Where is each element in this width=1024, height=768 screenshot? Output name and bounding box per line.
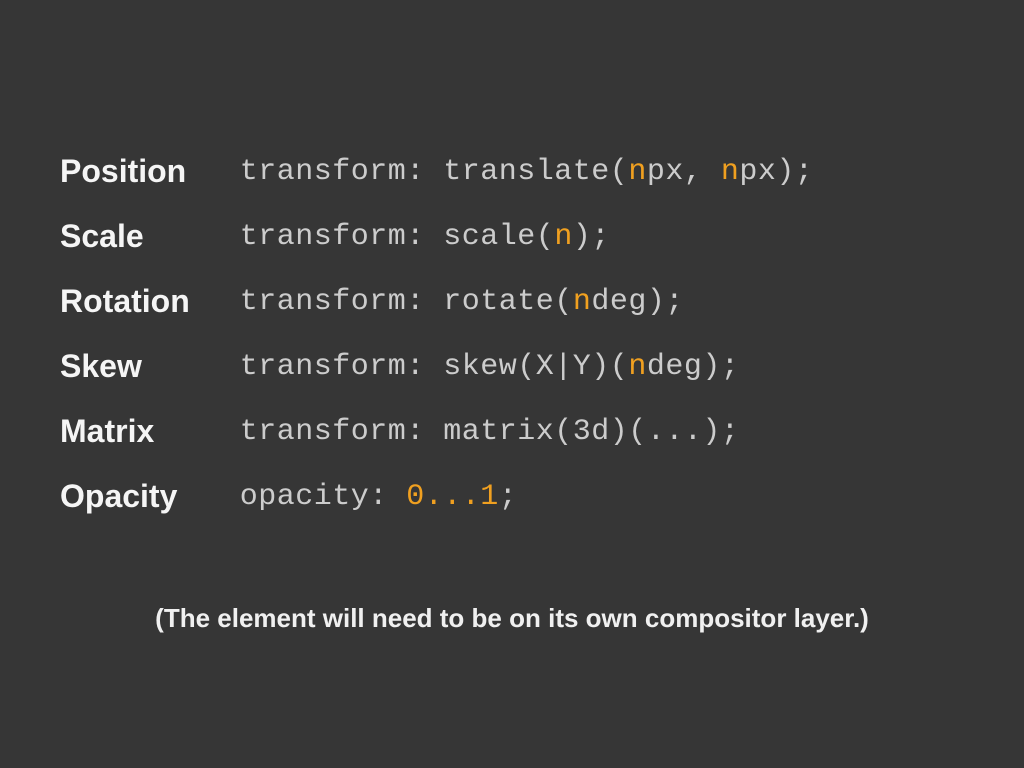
code-text: ; [499,480,518,514]
footnote: (The element will need to be on its own … [60,603,964,634]
property-label: Position [60,153,240,190]
code-snippet: transform: translate(npx, npx); [240,153,814,190]
code-snippet: transform: scale(n); [240,218,814,255]
code-text: transform: rotate( [240,285,573,319]
property-label: Skew [60,348,240,385]
table-row: Scaletransform: scale(n); [60,218,813,255]
code-highlight: n [573,285,592,319]
table-row: Opacityopacity: 0...1; [60,478,813,515]
code-text: transform: skew(X|Y)( [240,350,629,384]
transform-table: Positiontransform: translate(npx, npx);S… [60,125,813,543]
code-highlight: 0...1 [406,480,499,514]
table-row: Positiontransform: translate(npx, npx); [60,153,813,190]
table-row: Skewtransform: skew(X|Y)(ndeg); [60,348,813,385]
code-text: transform: scale( [240,220,555,254]
code-snippet: transform: rotate(ndeg); [240,283,814,320]
property-label: Scale [60,218,240,255]
table-row: Matrixtransform: matrix(3d)(...); [60,413,813,450]
code-text: transform: matrix(3d)(...); [240,415,740,449]
code-snippet: transform: skew(X|Y)(ndeg); [240,348,814,385]
code-text: px); [739,155,813,189]
code-snippet: transform: matrix(3d)(...); [240,413,814,450]
code-highlight: n [721,155,740,189]
code-text: deg); [591,285,684,319]
code-text: px, [647,155,721,189]
table-row: Rotationtransform: rotate(ndeg); [60,283,813,320]
property-label: Rotation [60,283,240,320]
code-text: transform: translate( [240,155,629,189]
code-text: ); [573,220,610,254]
property-label: Opacity [60,478,240,515]
code-highlight: n [628,155,647,189]
property-label: Matrix [60,413,240,450]
code-text: deg); [647,350,740,384]
code-text: opacity: [240,480,407,514]
code-highlight: n [554,220,573,254]
code-snippet: opacity: 0...1; [240,478,814,515]
code-highlight: n [628,350,647,384]
